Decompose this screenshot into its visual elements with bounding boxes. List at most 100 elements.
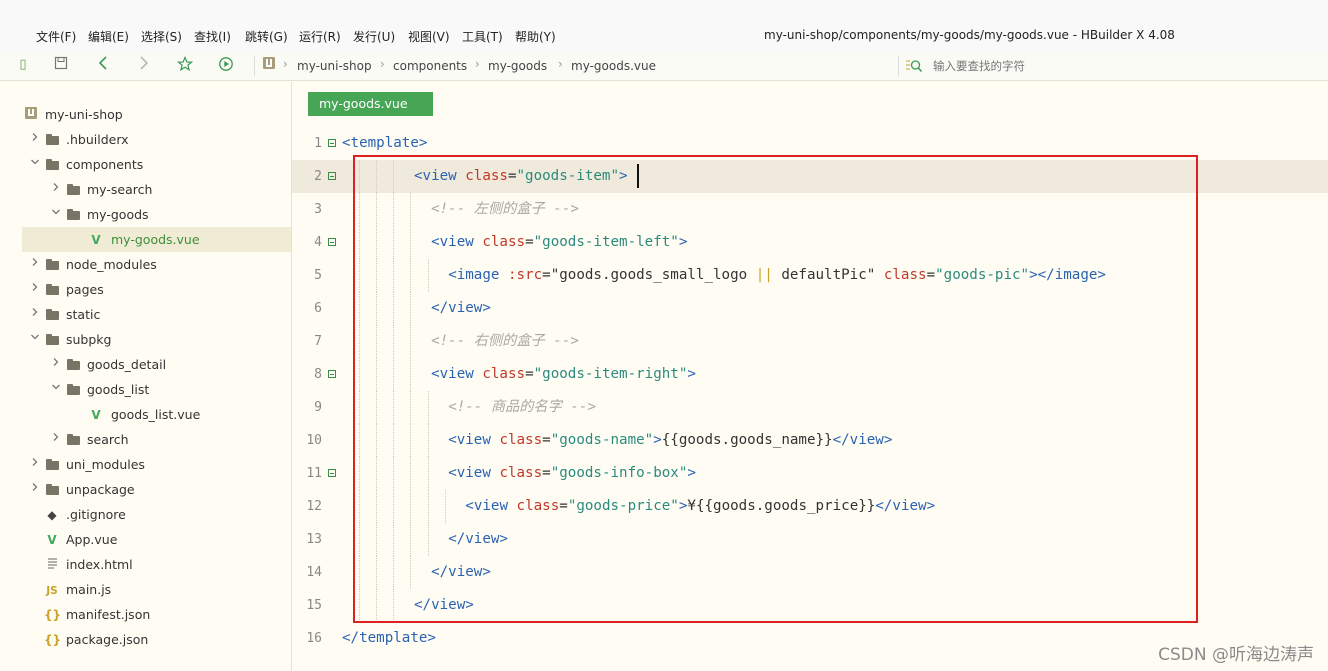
code-editor[interactable]: my-goods.vue 1 <template> 2 <view class="go… xyxy=(292,82,1328,671)
html-file-icon xyxy=(44,552,60,577)
chevron-right-icon[interactable] xyxy=(29,477,41,502)
chevron-right-icon[interactable] xyxy=(50,427,62,452)
menu-item[interactable]: 选择(S) xyxy=(141,28,182,45)
menu-item[interactable]: 跳转(G) xyxy=(245,28,288,45)
tree-item[interactable]: {} package.json xyxy=(22,627,291,652)
code-text: </template> xyxy=(342,622,436,655)
menu-item[interactable]: 帮助(Y) xyxy=(515,28,556,45)
folder-icon xyxy=(44,152,60,177)
menu-item[interactable]: 编辑(E) xyxy=(88,28,129,45)
tree-item[interactable]: my-uni-shop xyxy=(22,102,291,127)
tree-item-label: node_modules xyxy=(66,257,157,272)
tree-item-label: my-search xyxy=(87,182,153,197)
tree-item[interactable]: subpkg xyxy=(22,327,291,352)
tree-item-label: index.html xyxy=(66,557,133,572)
chevron-right-icon: › xyxy=(475,57,480,71)
tree-item-label: .hbuilderx xyxy=(66,132,129,147)
menu-item[interactable]: 运行(R) xyxy=(299,28,341,45)
tree-item[interactable]: index.html xyxy=(22,552,291,577)
tree-item-label: components xyxy=(66,157,144,172)
code-token: <template> xyxy=(342,135,428,151)
project-icon xyxy=(260,56,278,74)
tree-item[interactable]: my-goods xyxy=(22,202,291,227)
menu-item[interactable]: 查找(I) xyxy=(194,28,231,45)
tree-item[interactable]: ◆ .gitignore xyxy=(22,502,291,527)
fold-toggle-icon[interactable] xyxy=(328,172,336,180)
breadcrumb-item[interactable]: my-uni-shop xyxy=(297,59,372,73)
window-title: my-uni-shop/components/my-goods/my-goods… xyxy=(764,28,1175,42)
tree-item-label: search xyxy=(87,432,129,447)
tree-item[interactable]: Vgoods_list.vue xyxy=(22,402,291,427)
fold-toggle-icon[interactable] xyxy=(328,469,336,477)
star-icon[interactable] xyxy=(176,55,194,74)
save-icon[interactable] xyxy=(52,56,70,74)
project-icon xyxy=(23,102,39,127)
line-number: 9 xyxy=(314,400,322,415)
line-number: 7 xyxy=(314,334,322,349)
search-icon xyxy=(905,58,923,78)
line-number: 4 xyxy=(314,235,322,250)
back-icon[interactable] xyxy=(94,56,112,74)
tree-item[interactable]: search xyxy=(22,427,291,452)
highlight-box xyxy=(353,155,1198,623)
tree-item[interactable]: node_modules xyxy=(22,252,291,277)
tree-item-label: goods_list.vue xyxy=(111,407,201,422)
toolbar-divider xyxy=(254,56,255,76)
tree-item[interactable]: my-search xyxy=(22,177,291,202)
fold-toggle-icon[interactable] xyxy=(328,370,336,378)
tree-item[interactable]: uni_modules xyxy=(22,452,291,477)
chevron-right-icon[interactable] xyxy=(50,352,62,377)
menu-item[interactable]: 发行(U) xyxy=(353,28,395,45)
line-number: 6 xyxy=(314,301,322,316)
tree-item[interactable]: goods_list xyxy=(22,377,291,402)
tree-item-label: my-uni-shop xyxy=(45,107,123,122)
toolbar: ▯ › my-uni-shop › components › my-goods › my-go… xyxy=(0,52,1328,81)
fold-toggle-icon[interactable] xyxy=(328,238,336,246)
breadcrumb-item[interactable]: my-goods xyxy=(488,59,547,73)
chevron-right-icon[interactable] xyxy=(29,277,41,302)
chevron-right-icon: › xyxy=(558,57,563,71)
menu-item[interactable]: 工具(T) xyxy=(462,28,503,45)
tree-item-label: pages xyxy=(66,282,104,297)
chevron-right-icon[interactable] xyxy=(29,302,41,327)
chevron-down-icon[interactable] xyxy=(29,327,41,352)
chevron-right-icon: › xyxy=(380,57,385,71)
menu-item[interactable]: 文件(F) xyxy=(36,28,76,45)
tree-item-label: main.js xyxy=(66,582,112,597)
breadcrumb-item[interactable]: components xyxy=(393,59,467,73)
menu-item[interactable]: 视图(V) xyxy=(408,28,450,45)
run-icon[interactable] xyxy=(217,56,235,74)
tree-item[interactable]: V App.vue xyxy=(22,527,291,552)
chevron-down-icon[interactable] xyxy=(29,152,41,177)
editor-tab[interactable]: my-goods.vue xyxy=(308,92,433,116)
watermark: CSDN @听海边涛声 xyxy=(1158,645,1314,665)
tree-item[interactable]: pages xyxy=(22,277,291,302)
tree-item[interactable]: JS main.js xyxy=(22,577,291,602)
search-input[interactable] xyxy=(933,57,1313,75)
tree-item[interactable]: components xyxy=(22,152,291,177)
vue-file-icon: V xyxy=(91,233,101,247)
tree-item[interactable]: goods_detail xyxy=(22,352,291,377)
tree-item-label: static xyxy=(66,307,101,322)
chevron-right-icon[interactable] xyxy=(29,252,41,277)
folder-icon xyxy=(44,127,60,152)
json-file-icon: {} xyxy=(44,608,62,622)
tree-item[interactable]: unpackage xyxy=(22,477,291,502)
chevron-right-icon[interactable] xyxy=(29,452,41,477)
chevron-down-icon[interactable] xyxy=(50,377,62,402)
text-cursor xyxy=(637,164,639,188)
sidebar-toggle-icon[interactable]: ▯ xyxy=(14,56,32,74)
folder-icon xyxy=(44,452,60,477)
forward-icon[interactable] xyxy=(135,56,153,74)
chevron-right-icon[interactable] xyxy=(50,177,62,202)
fold-toggle-icon[interactable] xyxy=(328,139,336,147)
tree-item[interactable]: static xyxy=(22,302,291,327)
tree-item[interactable]: {} manifest.json xyxy=(22,602,291,627)
line-number: 12 xyxy=(306,499,322,514)
chevron-down-icon[interactable] xyxy=(50,202,62,227)
chevron-right-icon[interactable] xyxy=(29,127,41,152)
breadcrumb-item[interactable]: my-goods.vue xyxy=(571,59,656,73)
tree-item-label: unpackage xyxy=(66,482,135,497)
tree-item[interactable]: Vmy-goods.vue xyxy=(22,227,291,252)
tree-item[interactable]: .hbuilderx xyxy=(22,127,291,152)
